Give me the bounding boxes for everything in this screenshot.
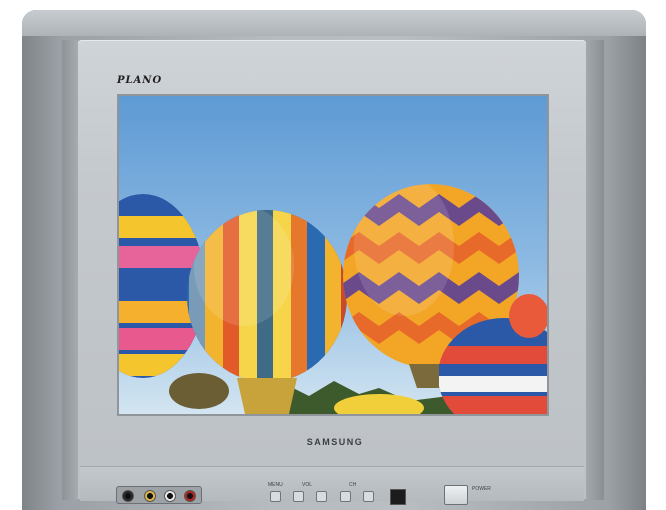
headphone-jack[interactable]: [122, 490, 134, 502]
ch-up-button[interactable]: [363, 491, 374, 502]
vol-label: VOL: [302, 482, 313, 488]
power-button[interactable]: [444, 485, 468, 505]
model-badge: PLANO: [117, 75, 163, 86]
power-label: POWER: [472, 486, 491, 492]
ch-label: CH: [349, 482, 357, 488]
menu-button[interactable]: [270, 491, 281, 502]
audio-left-jack[interactable]: [164, 490, 176, 502]
ir-sensor: [390, 489, 406, 505]
tv-cabinet-top: [22, 10, 646, 36]
vol-down-button[interactable]: [293, 491, 304, 502]
ch-down-button[interactable]: [340, 491, 351, 502]
vol-up-button[interactable]: [316, 491, 327, 502]
tv-screen: [117, 94, 549, 416]
menu-label: MENU: [268, 482, 283, 488]
cabinet-right-side: [584, 40, 604, 500]
video-jack[interactable]: [144, 490, 156, 502]
balloon-scene: [119, 96, 547, 414]
brand-badge: SAMSUNG: [306, 437, 364, 447]
audio-right-jack[interactable]: [184, 490, 196, 502]
